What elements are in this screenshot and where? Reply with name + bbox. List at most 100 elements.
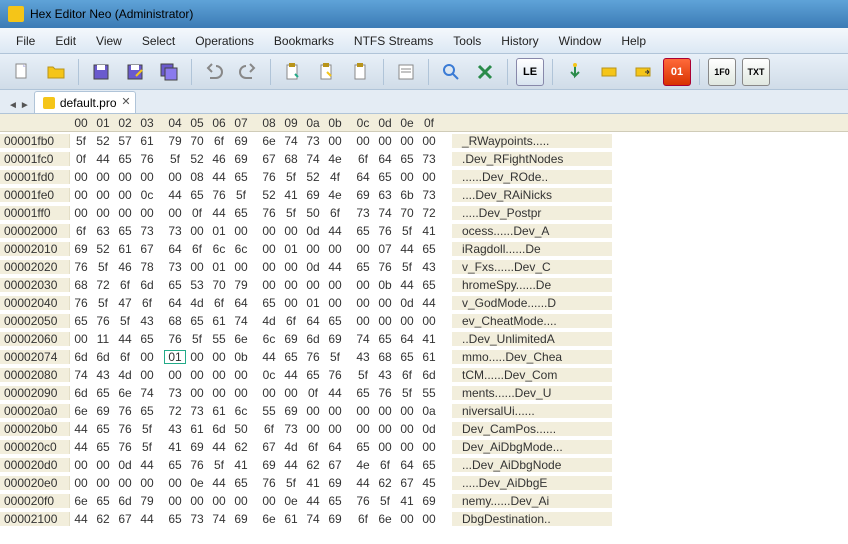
- byte-cell[interactable]: 00: [186, 386, 208, 400]
- byte-cell[interactable]: 53: [186, 278, 208, 292]
- byte-cell[interactable]: 6f: [70, 224, 92, 238]
- byte-cell[interactable]: 5f: [208, 458, 230, 472]
- byte-cell[interactable]: 00: [136, 350, 158, 364]
- byte-cell[interactable]: 41: [230, 458, 252, 472]
- byte-cell[interactable]: 00: [418, 134, 440, 148]
- text-panel-button[interactable]: TXT: [742, 58, 770, 86]
- byte-cell[interactable]: 00: [92, 476, 114, 490]
- byte-cell[interactable]: 6e: [258, 512, 280, 526]
- byte-cell[interactable]: 00: [374, 440, 396, 454]
- byte-cell[interactable]: 6f: [302, 440, 324, 454]
- byte-cell[interactable]: 76: [70, 260, 92, 274]
- byte-cell[interactable]: 0d: [114, 458, 136, 472]
- byte-cell[interactable]: 65: [324, 314, 346, 328]
- byte-cell[interactable]: 0b: [230, 350, 252, 364]
- byte-cell[interactable]: 00: [324, 296, 346, 310]
- byte-cell[interactable]: 76: [374, 224, 396, 238]
- byte-cell[interactable]: 00: [302, 242, 324, 256]
- hex-row[interactable]: 00002040765f476f644d6f646500010000000d44…: [0, 294, 848, 312]
- save-icon[interactable]: [87, 58, 115, 86]
- ascii-cell[interactable]: Dev_CamPos......: [452, 422, 612, 436]
- byte-cell[interactable]: 6f: [208, 296, 230, 310]
- byte-cell[interactable]: 6f: [396, 368, 418, 382]
- hex-row[interactable]: 000020e000000000000e4465765f416944626745…: [0, 474, 848, 492]
- byte-cell[interactable]: 4f: [324, 170, 346, 184]
- byte-cell[interactable]: 00: [324, 134, 346, 148]
- byte-cell[interactable]: 55: [258, 404, 280, 418]
- byte-cell[interactable]: 0c: [136, 188, 158, 202]
- byte-cell[interactable]: 69: [186, 440, 208, 454]
- byte-cell[interactable]: 65: [374, 170, 396, 184]
- file-tab[interactable]: default.pro ✕: [34, 91, 136, 113]
- byte-cell[interactable]: 00: [114, 206, 136, 220]
- byte-cell[interactable]: 4d: [114, 368, 136, 382]
- byte-cell[interactable]: 76: [114, 422, 136, 436]
- byte-cell[interactable]: 5f: [136, 422, 158, 436]
- byte-cell[interactable]: 65: [136, 332, 158, 346]
- byte-cell[interactable]: 5f: [396, 386, 418, 400]
- byte-cell[interactable]: 69: [258, 458, 280, 472]
- byte-cell[interactable]: 61: [208, 314, 230, 328]
- byte-cell[interactable]: 73: [418, 152, 440, 166]
- byte-cell[interactable]: 65: [70, 314, 92, 328]
- byte-cell[interactable]: 0b: [374, 278, 396, 292]
- byte-cell[interactable]: 00: [70, 476, 92, 490]
- byte-cell[interactable]: 00: [230, 368, 252, 382]
- ascii-cell[interactable]: mmo.....Dev_Chea: [452, 350, 612, 364]
- byte-cell[interactable]: 44: [70, 440, 92, 454]
- byte-cell[interactable]: 65: [374, 332, 396, 346]
- byte-cell[interactable]: 08: [186, 170, 208, 184]
- byte-cell[interactable]: 07: [374, 242, 396, 256]
- ascii-cell[interactable]: v_Fxs......Dev_C: [452, 260, 612, 274]
- byte-cell[interactable]: 00: [418, 170, 440, 184]
- byte-cell[interactable]: 65: [164, 512, 186, 526]
- clipboard-new-icon[interactable]: [279, 58, 307, 86]
- byte-cell[interactable]: 67: [396, 476, 418, 490]
- byte-cell[interactable]: 00: [352, 278, 374, 292]
- byte-cell[interactable]: 46: [114, 260, 136, 274]
- byte-cell[interactable]: 00: [352, 422, 374, 436]
- byte-cell[interactable]: 76: [374, 260, 396, 274]
- byte-cell[interactable]: 44: [396, 242, 418, 256]
- byte-cell[interactable]: 6e: [258, 134, 280, 148]
- byte-cell[interactable]: 0c: [258, 368, 280, 382]
- byte-cell[interactable]: 4d: [280, 440, 302, 454]
- undo-icon[interactable]: [200, 58, 228, 86]
- byte-cell[interactable]: 79: [230, 278, 252, 292]
- byte-cell[interactable]: 00: [208, 494, 230, 508]
- byte-cell[interactable]: 00: [396, 134, 418, 148]
- byte-cell[interactable]: 76: [324, 368, 346, 382]
- byte-cell[interactable]: 52: [92, 134, 114, 148]
- hex-row[interactable]: 00001fc00f4465765f5246696768744e6f646573…: [0, 150, 848, 168]
- byte-cell[interactable]: 65: [92, 440, 114, 454]
- byte-cell[interactable]: 44: [136, 458, 158, 472]
- byte-cell[interactable]: 74: [302, 152, 324, 166]
- byte-cell[interactable]: 65: [280, 350, 302, 364]
- byte-cell[interactable]: 00: [396, 404, 418, 418]
- byte-cell[interactable]: 73: [164, 224, 186, 238]
- byte-cell[interactable]: 00: [396, 512, 418, 526]
- byte-cell[interactable]: 5f: [280, 170, 302, 184]
- byte-cell[interactable]: 0f: [302, 386, 324, 400]
- byte-cell[interactable]: 6e: [374, 512, 396, 526]
- ascii-cell[interactable]: hromeSpy......De: [452, 278, 612, 292]
- byte-cell[interactable]: 65: [92, 494, 114, 508]
- byte-cell[interactable]: 6f: [258, 422, 280, 436]
- ascii-cell[interactable]: nemy......Dev_Ai: [452, 494, 612, 508]
- byte-cell[interactable]: 64: [164, 296, 186, 310]
- hex-row[interactable]: 000020b04465765f43616d506f7300000000000d…: [0, 420, 848, 438]
- ascii-cell[interactable]: ..Dev_UnlimitedA: [452, 332, 612, 346]
- ascii-cell[interactable]: iRagdoll......De: [452, 242, 612, 256]
- byte-cell[interactable]: 73: [136, 224, 158, 238]
- byte-cell[interactable]: 76: [374, 386, 396, 400]
- byte-cell[interactable]: 01: [280, 242, 302, 256]
- ascii-cell[interactable]: v_GodMode......D: [452, 296, 612, 310]
- byte-cell[interactable]: 65: [418, 242, 440, 256]
- byte-cell[interactable]: 44: [258, 350, 280, 364]
- byte-cell[interactable]: 01: [164, 350, 186, 364]
- byte-cell[interactable]: 00: [374, 134, 396, 148]
- byte-cell[interactable]: 6f: [324, 206, 346, 220]
- byte-cell[interactable]: 65: [324, 494, 346, 508]
- ascii-cell[interactable]: niversalUi......: [452, 404, 612, 418]
- byte-cell[interactable]: 76: [186, 458, 208, 472]
